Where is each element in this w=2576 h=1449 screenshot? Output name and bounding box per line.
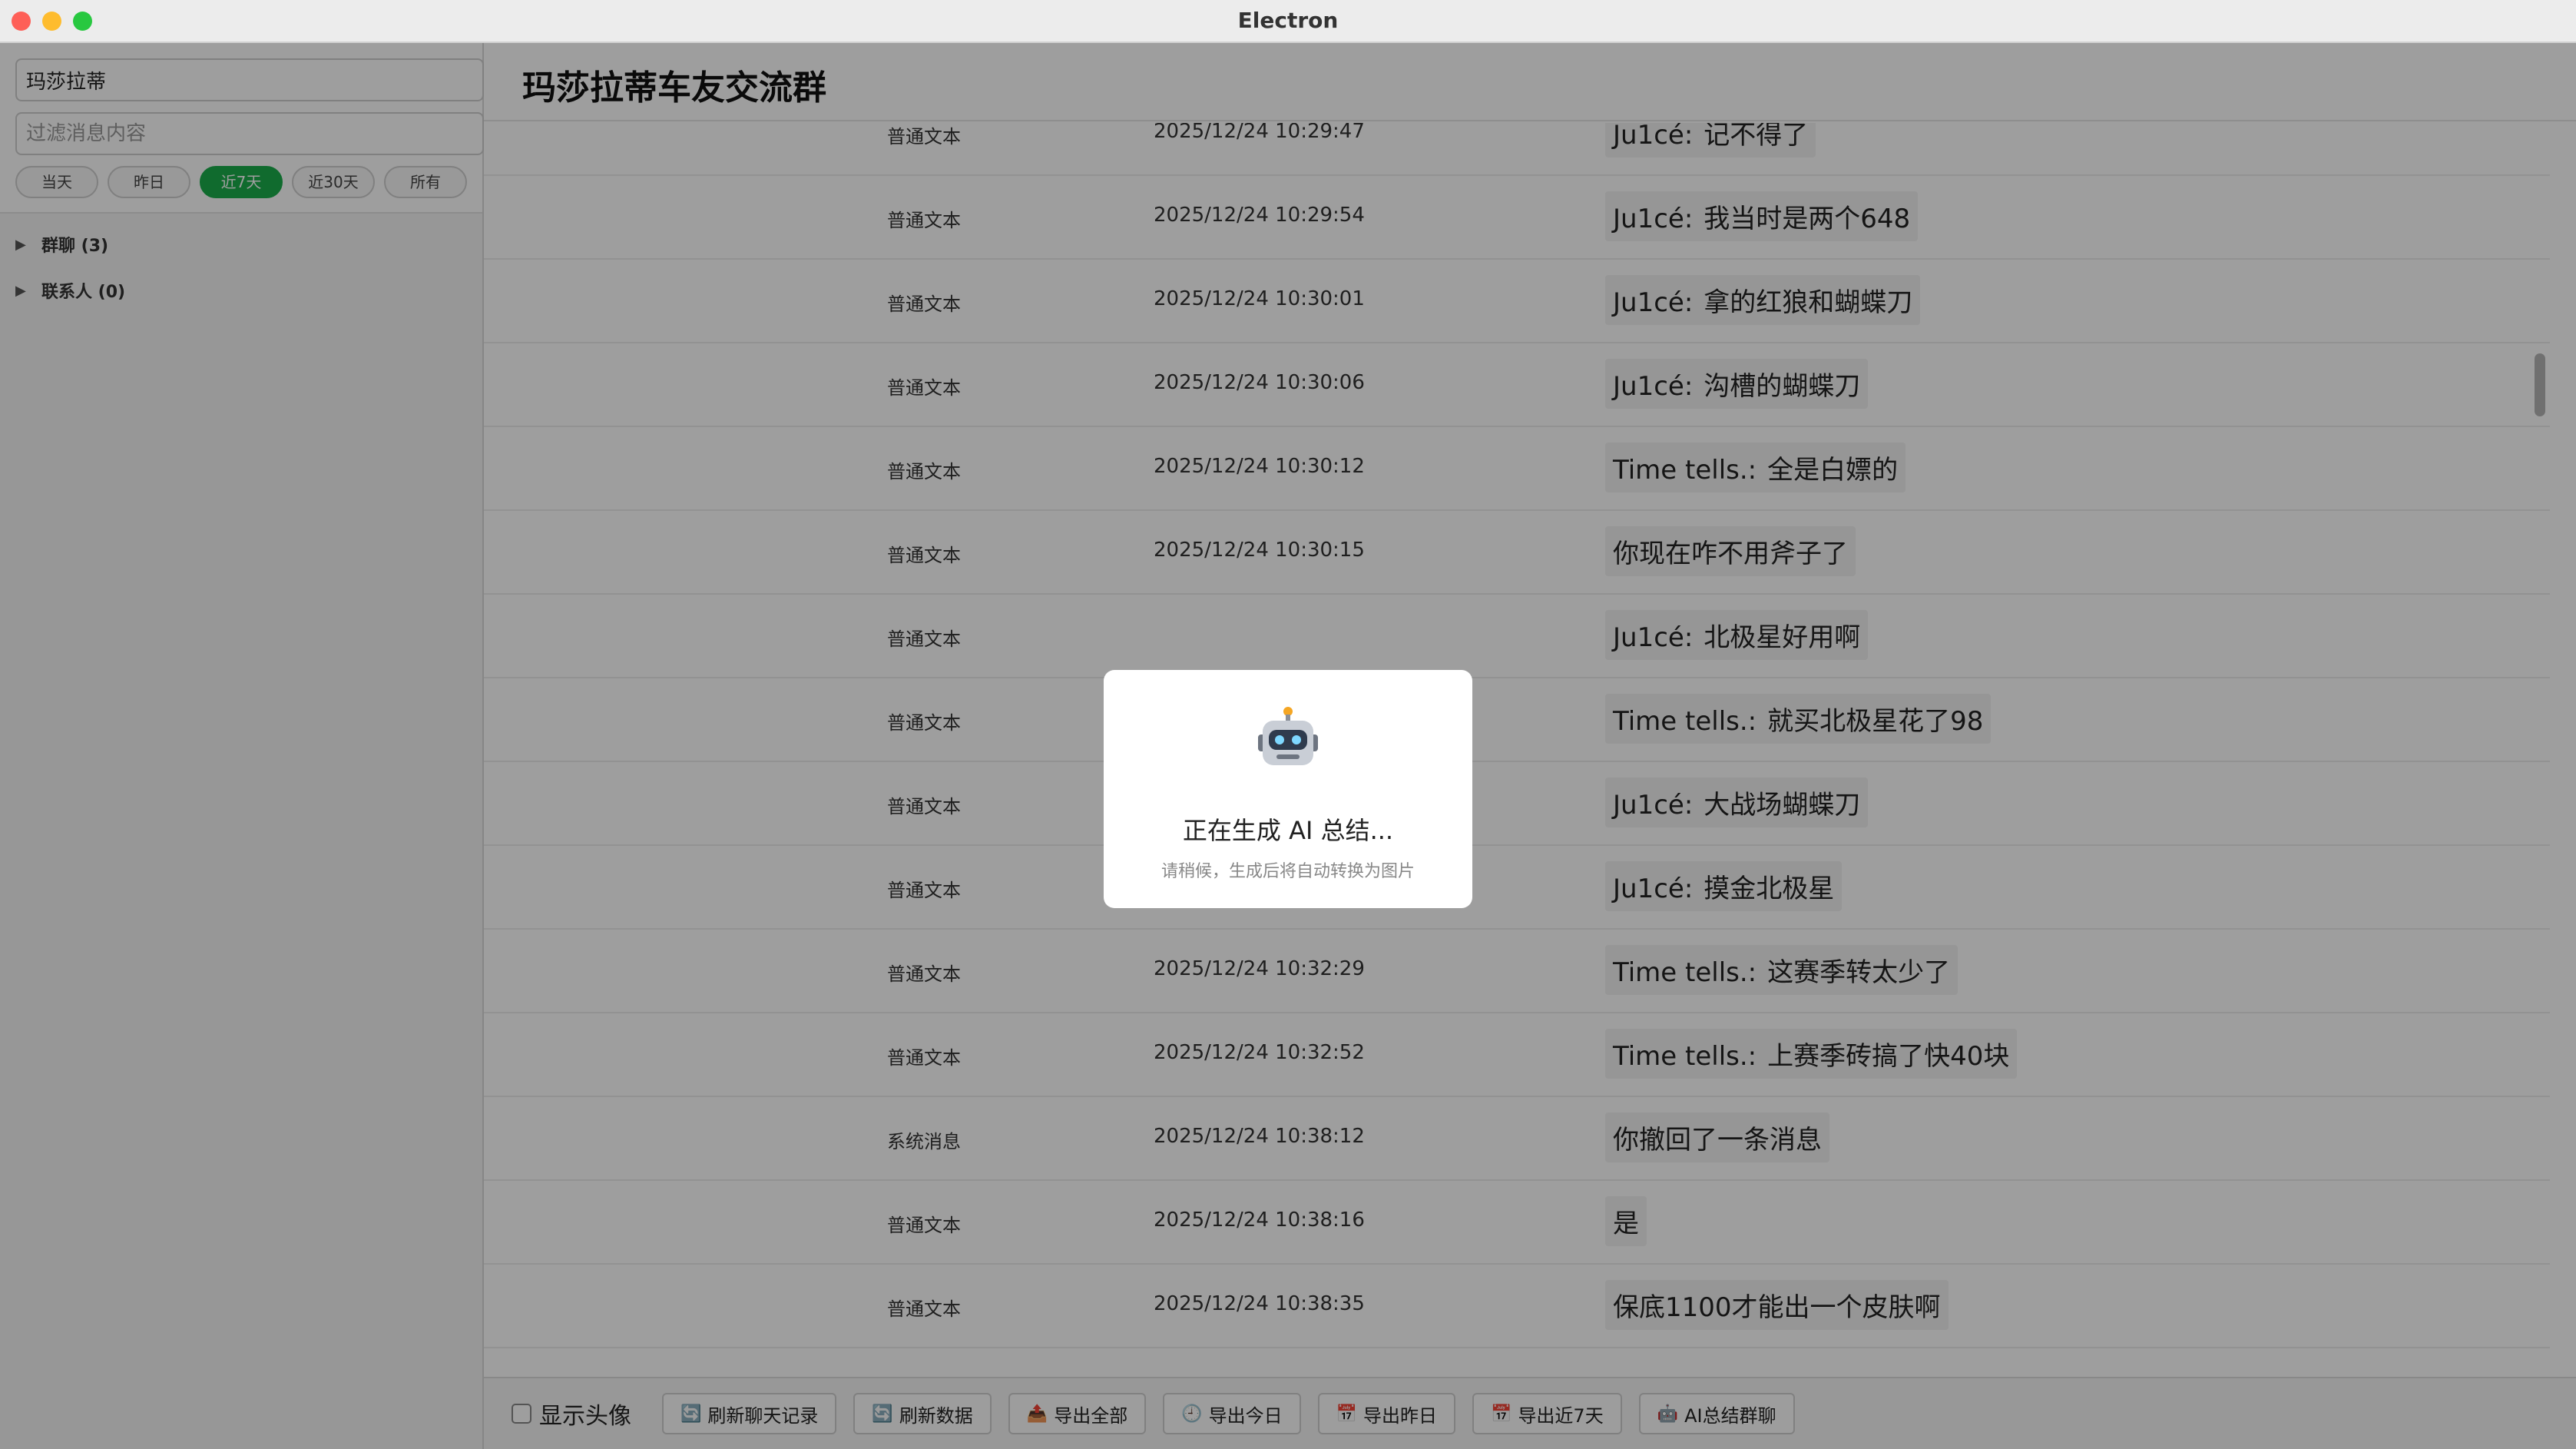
ai-summary-loading-dialog: 正在生成 AI 总结... 请稍候，生成后将自动转换为图片 bbox=[1104, 670, 1472, 908]
loading-title: 正在生成 AI 总结... bbox=[1182, 816, 1394, 845]
modal-overlay: 正在生成 AI 总结... 请稍候，生成后将自动转换为图片 bbox=[0, 43, 2576, 1449]
window-titlebar: Electron bbox=[0, 0, 2576, 43]
window-title: Electron bbox=[1237, 8, 1339, 33]
loading-subtitle: 请稍候，生成后将自动转换为图片 bbox=[1161, 862, 1415, 881]
robot-icon bbox=[1104, 704, 1472, 773]
